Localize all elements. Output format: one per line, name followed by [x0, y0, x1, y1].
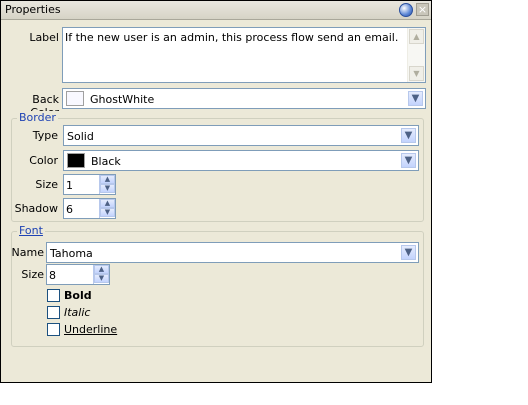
back-color-value: GhostWhite: [90, 93, 155, 106]
bold-label: Bold: [64, 289, 92, 302]
underline-checkbox[interactable]: [47, 323, 60, 336]
bold-checkbox[interactable]: [47, 289, 60, 302]
font-legend: Font: [17, 224, 45, 237]
border-color-dropdown[interactable]: Black ▼: [63, 150, 419, 171]
underline-label: Underline: [64, 323, 118, 336]
scroll-up-icon[interactable]: ▲: [409, 29, 424, 44]
font-name-caption: Name: [11, 246, 44, 259]
border-shadow-caption: Shadow: [14, 202, 58, 215]
border-type-dropdown[interactable]: Solid ▼: [63, 125, 419, 146]
scroll-down-icon[interactable]: ▼: [409, 66, 424, 81]
italic-checkbox[interactable]: [47, 306, 60, 319]
close-icon[interactable]: ×: [416, 3, 429, 16]
border-type-caption: Type: [32, 129, 58, 142]
title-bar: Properties ×: [1, 1, 431, 20]
border-color-caption: Color: [29, 154, 58, 167]
border-size-stepper[interactable]: 1 ▲ ▼: [63, 174, 116, 195]
font-size-stepper[interactable]: 8 ▲ ▼: [46, 264, 110, 285]
spin-down-icon[interactable]: ▼: [94, 274, 109, 283]
border-shadow-spin: ▲ ▼: [99, 199, 115, 218]
properties-window: Properties × Label If the new user is an…: [0, 0, 432, 383]
border-type-value: Solid: [67, 130, 94, 143]
back-color-swatch: [66, 91, 84, 106]
window-title: Properties: [5, 3, 61, 16]
back-color-dropdown[interactable]: GhostWhite ▼: [62, 88, 426, 109]
chevron-down-icon[interactable]: ▼: [408, 91, 423, 106]
label-caption: Label: [29, 31, 59, 44]
font-size-spin: ▲ ▼: [93, 265, 109, 284]
italic-label: Italic: [64, 306, 91, 319]
border-legend: Border: [17, 111, 58, 124]
spin-up-icon[interactable]: ▲: [100, 175, 115, 184]
border-color-swatch: [67, 153, 85, 168]
border-size-spin: ▲ ▼: [99, 175, 115, 194]
pin-icon[interactable]: [399, 3, 413, 17]
chevron-down-icon[interactable]: ▼: [401, 245, 416, 260]
border-color-value: Black: [91, 155, 121, 168]
border-shadow-value: 6: [66, 203, 73, 216]
border-shadow-stepper[interactable]: 6 ▲ ▼: [63, 198, 116, 219]
border-size-caption: Size: [35, 178, 58, 191]
label-scrollbar[interactable]: ▲ ▼: [407, 28, 425, 82]
label-text: If the new user is an admin, this proces…: [65, 31, 399, 44]
chevron-down-icon[interactable]: ▼: [401, 128, 416, 143]
font-name-value: Tahoma: [50, 247, 93, 260]
label-textarea[interactable]: If the new user is an admin, this proces…: [62, 27, 426, 83]
font-size-caption: Size: [21, 268, 44, 281]
spin-down-icon[interactable]: ▼: [100, 208, 115, 217]
font-name-dropdown[interactable]: Tahoma ▼: [46, 242, 419, 263]
font-size-value: 8: [49, 269, 56, 282]
spin-down-icon[interactable]: ▼: [100, 184, 115, 193]
spin-up-icon[interactable]: ▲: [100, 199, 115, 208]
border-size-value: 1: [66, 179, 73, 192]
chevron-down-icon[interactable]: ▼: [401, 153, 416, 168]
spin-up-icon[interactable]: ▲: [94, 265, 109, 274]
